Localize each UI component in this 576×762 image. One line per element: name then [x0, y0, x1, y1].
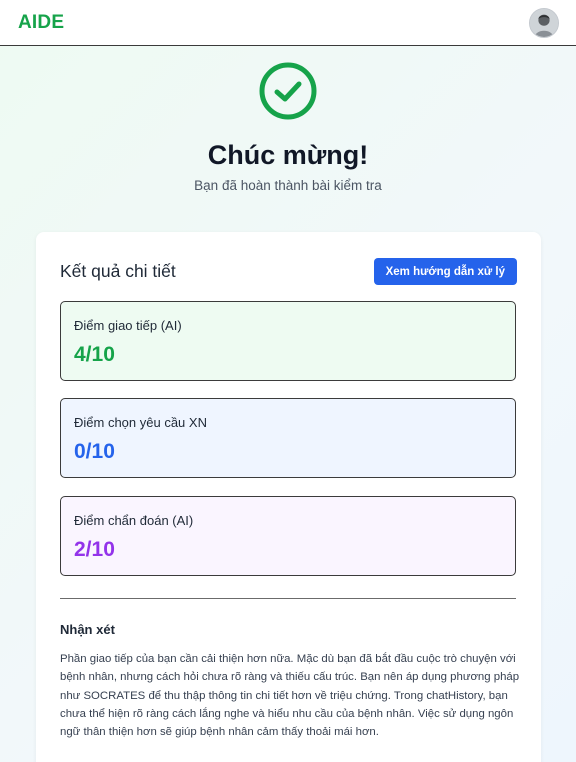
results-header: Kết quả chi tiết Xem hướng dẫn xử lý [60, 258, 517, 286]
test-request-score-value: 0/10 [74, 440, 115, 463]
remark-title: Nhận xét [60, 622, 115, 637]
test-request-score-card: Điểm chọn yêu cầu XN 0/10 [60, 398, 516, 478]
communication-score-label: Điểm giao tiếp (AI) [74, 318, 182, 333]
user-avatar-icon[interactable] [529, 7, 559, 38]
communication-score-card: Điểm giao tiếp (AI) 4/10 [60, 301, 516, 381]
section-divider [60, 598, 516, 599]
top-bar: AIDE [0, 0, 576, 46]
diagnosis-score-label: Điểm chẩn đoán (AI) [74, 513, 194, 528]
results-title: Kết quả chi tiết [60, 261, 176, 281]
page-title: Chúc mừng! [207, 140, 369, 170]
check-circle-icon [259, 62, 317, 120]
brand-logo[interactable]: AIDE [18, 12, 64, 34]
diagnosis-score-card: Điểm chẩn đoán (AI) 2/10 [60, 496, 516, 576]
remark-text: Phần giao tiếp của bạn cần cải thiện hơn… [60, 653, 520, 739]
communication-score-value: 4/10 [74, 343, 115, 366]
diagnosis-score-value: 2/10 [74, 538, 115, 561]
results-card: Kết quả chi tiết Xem hướng dẫn xử lý Điể… [36, 232, 541, 762]
page-subtitle: Bạn đã hoàn thành bài kiểm tra [194, 178, 382, 193]
view-guide-button[interactable]: Xem hướng dẫn xử lý [373, 258, 517, 285]
test-request-score-label: Điểm chọn yêu cầu XN [74, 415, 207, 430]
